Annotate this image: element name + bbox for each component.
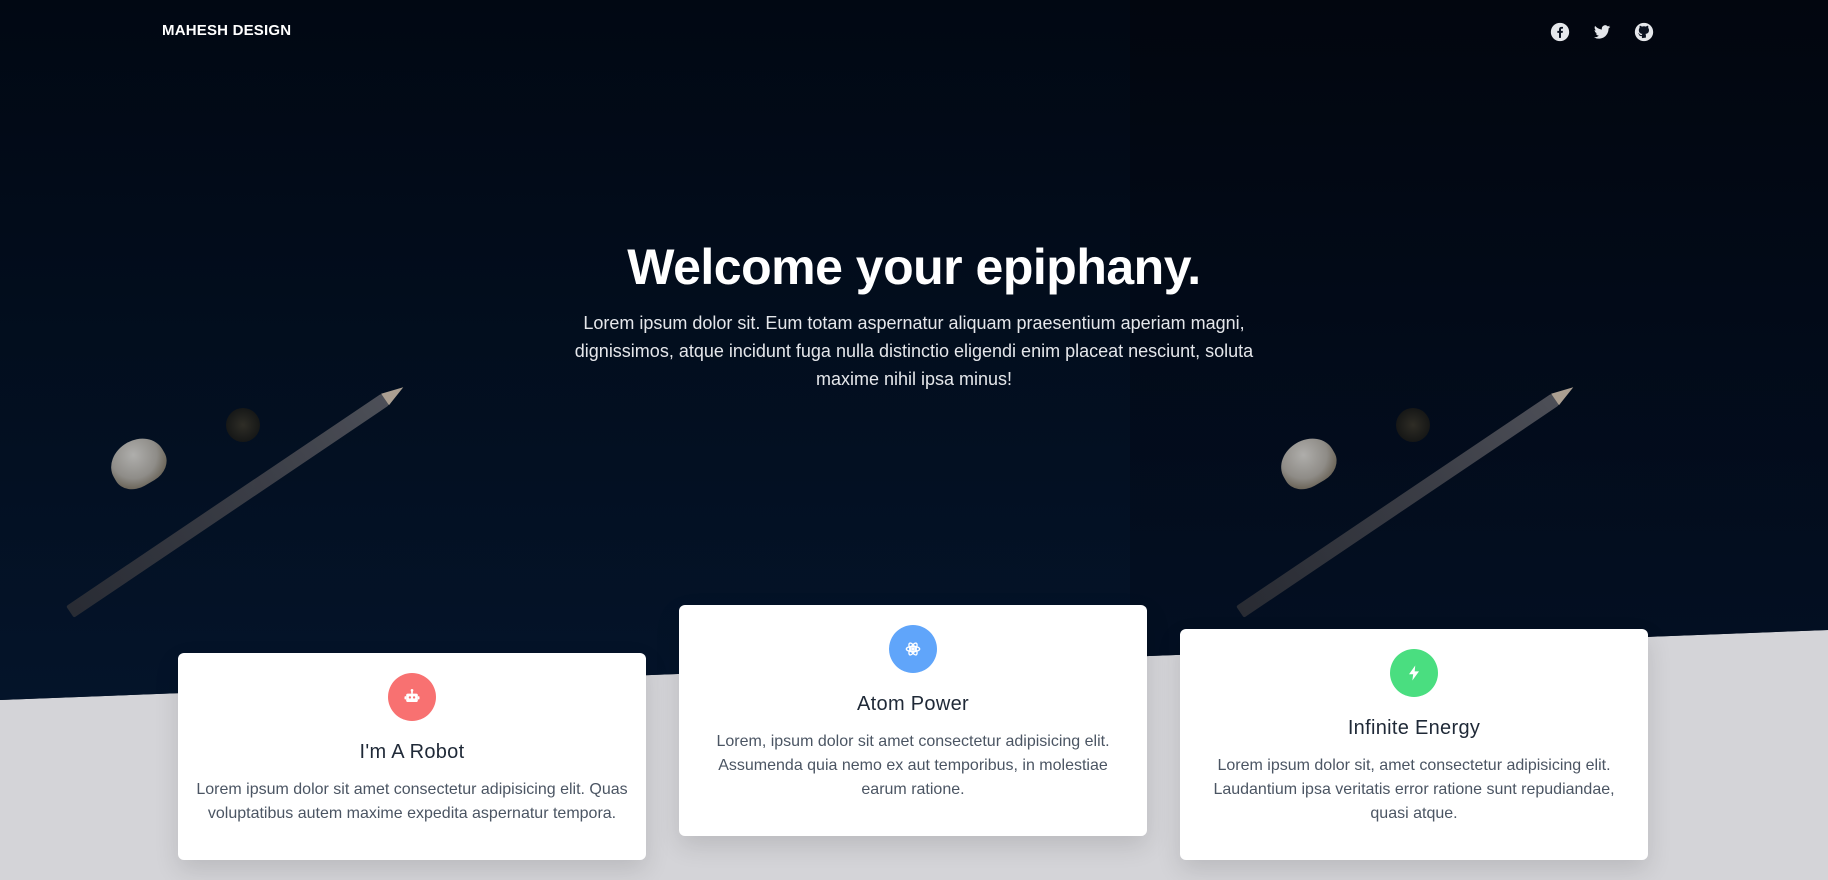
brand-logo[interactable]: MAHESH DESIGN <box>162 22 291 39</box>
feature-text: Lorem ipsum dolor sit amet consectetur a… <box>196 781 628 822</box>
twitter-icon[interactable] <box>1591 21 1613 43</box>
bolt-icon <box>1390 649 1438 697</box>
feature-card-atom: Atom Power Lorem, ipsum dolor sit amet c… <box>679 605 1147 836</box>
feature-title: Atom Power <box>857 693 969 715</box>
github-icon[interactable] <box>1633 21 1655 43</box>
atom-icon <box>889 625 937 673</box>
feature-text: Lorem ipsum dolor sit, amet consectetur … <box>1213 757 1615 822</box>
hero-title: Welcome your epiphany. <box>627 239 1201 295</box>
feature-card-robot: I'm A Robot Lorem ipsum dolor sit amet c… <box>178 653 646 860</box>
robot-icon <box>388 673 436 721</box>
social-links <box>1549 21 1655 43</box>
feature-title: I'm A Robot <box>359 741 465 763</box>
feature-text: Lorem, ipsum dolor sit amet consectetur … <box>716 733 1110 798</box>
facebook-icon[interactable] <box>1549 21 1571 43</box>
hero-subtitle: Lorem ipsum dolor sit. Eum totam asperna… <box>574 313 1254 389</box>
feature-card-energy: Infinite Energy Lorem ipsum dolor sit, a… <box>1180 629 1648 860</box>
top-navbar: MAHESH DESIGN <box>0 0 1828 64</box>
feature-title: Infinite Energy <box>1347 717 1481 739</box>
